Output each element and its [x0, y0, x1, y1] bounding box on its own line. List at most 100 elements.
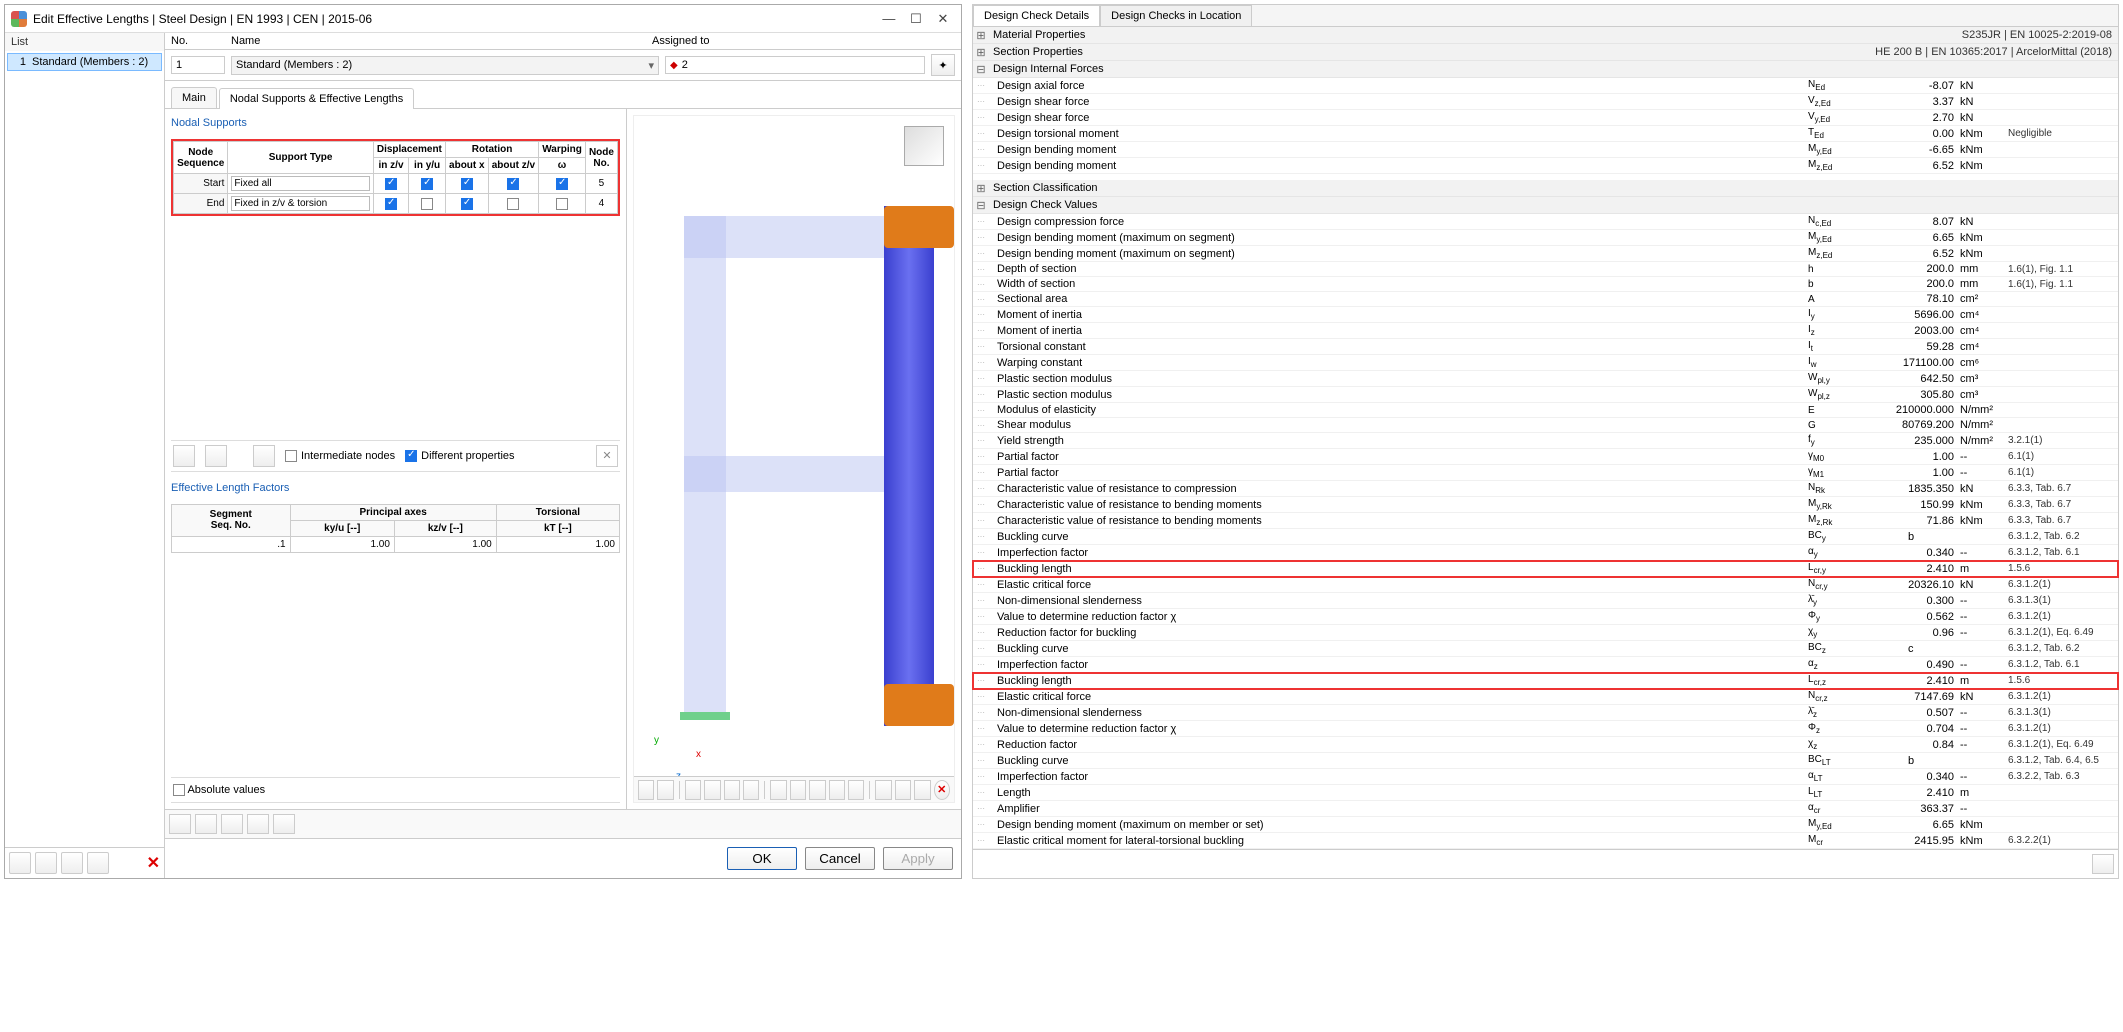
list-item[interactable]: 1 Standard (Members : 2): [7, 53, 162, 71]
apply-button[interactable]: Apply: [883, 847, 953, 870]
minimize-button[interactable]: —: [877, 11, 901, 26]
copy-item-button[interactable]: [35, 852, 57, 874]
status-tool[interactable]: [273, 814, 295, 834]
collapse-icon[interactable]: ⊟: [973, 63, 989, 76]
warping-checkbox[interactable]: [556, 178, 568, 190]
property-row: ⋯ Imperfection factor αy 0.340 -- 6.3.1.…: [973, 545, 2118, 561]
vp-tool[interactable]: [638, 780, 654, 800]
rot-x-checkbox[interactable]: [461, 178, 473, 190]
form-area: Nodal Supports NodeSequence Support Type…: [165, 109, 627, 809]
pick-members-button[interactable]: ✦: [931, 54, 955, 76]
property-row: ⋯ Partial factor γM1 1.00 -- 6.1(1): [973, 465, 2118, 481]
vp-tool[interactable]: [724, 780, 740, 800]
tool-button[interactable]: [87, 852, 109, 874]
new-item-button[interactable]: [9, 852, 31, 874]
property-row: ⋯ Yield strength fy 235.000 N/mm² 3.2.1(…: [973, 433, 2118, 449]
vp-tool[interactable]: [704, 780, 720, 800]
tool-button[interactable]: [253, 445, 275, 467]
property-row: ⋯ Design shear force Vz,Ed 3.37 kN: [973, 94, 2118, 110]
cat-material-properties[interactable]: ⊞ Material Properties S235JR | EN 10025-…: [973, 27, 2118, 44]
nodal-support-end: [884, 684, 954, 726]
vp-tool[interactable]: [743, 780, 759, 800]
property-row: ⋯ Design bending moment (maximum on segm…: [973, 246, 2118, 262]
disp-zv-checkbox[interactable]: [385, 198, 397, 210]
section-nodal-supports: Nodal Supports: [171, 115, 620, 131]
disp-zv-checkbox[interactable]: [385, 178, 397, 190]
property-row: ⋯ Moment of inertia Iz 2003.00 cm⁴: [973, 323, 2118, 339]
rot-x-checkbox[interactable]: [461, 198, 473, 210]
props-tool-button[interactable]: [2092, 854, 2114, 874]
support-type-input[interactable]: [231, 196, 369, 211]
tab-design-check-details[interactable]: Design Check Details: [973, 5, 1100, 26]
collapse-icon[interactable]: ⊟: [973, 199, 989, 212]
disp-yu-checkbox[interactable]: [421, 198, 433, 210]
main-panel: No. Name Assigned to 1 Standard (Members…: [165, 33, 961, 878]
tab-nodal-supports[interactable]: Nodal Supports & Effective Lengths: [219, 88, 414, 109]
vp-tool[interactable]: [809, 780, 825, 800]
dropdown-icon[interactable]: ▾: [648, 59, 654, 72]
cat-design-check-values[interactable]: ⊟ Design Check Values: [973, 197, 2118, 214]
assigned-to-field[interactable]: ◆ 2: [665, 56, 925, 74]
props-tabs: Design Check Details Design Checks in Lo…: [973, 5, 2118, 27]
property-row: ⋯ Design compression force Nc,Ed 8.07 kN: [973, 214, 2118, 230]
status-tool[interactable]: [169, 814, 191, 834]
orientation-cube[interactable]: [904, 126, 944, 166]
expand-icon[interactable]: ⊞: [973, 182, 989, 195]
tool-button[interactable]: [61, 852, 83, 874]
rot-zv-checkbox[interactable]: [507, 198, 519, 210]
support-type-input[interactable]: [231, 176, 369, 191]
vp-tool[interactable]: [875, 780, 891, 800]
different-properties-checkbox[interactable]: Different properties: [405, 450, 514, 462]
vp-tool[interactable]: [685, 780, 701, 800]
list-header: List: [5, 33, 164, 51]
ok-button[interactable]: OK: [727, 847, 797, 870]
cat-design-internal-forces[interactable]: ⊟ Design Internal Forces: [973, 61, 2118, 78]
close-button[interactable]: ✕: [931, 11, 955, 27]
vp-tool[interactable]: [848, 780, 864, 800]
coordinate-system: x y z: [654, 722, 714, 782]
expand-icon[interactable]: ⊞: [973, 29, 989, 42]
property-row: ⋯ Plastic section modulus Wpl,y 642.50 c…: [973, 371, 2118, 387]
property-row: ⋯ Design bending moment (maximum on segm…: [973, 230, 2118, 246]
absolute-values-checkbox[interactable]: Absolute values: [173, 784, 265, 796]
status-tool[interactable]: [195, 814, 217, 834]
name-field[interactable]: Standard (Members : 2) ▾: [231, 56, 659, 75]
vp-cancel[interactable]: ✕: [934, 780, 950, 800]
vp-tool[interactable]: [790, 780, 806, 800]
cancel-button[interactable]: Cancel: [805, 847, 875, 870]
clear-button[interactable]: ✕: [596, 445, 618, 467]
disp-yu-checkbox[interactable]: [421, 178, 433, 190]
effective-lengths-list[interactable]: 1 Standard (Members : 2): [5, 51, 164, 847]
maximize-button[interactable]: ☐: [904, 11, 928, 27]
no-field[interactable]: 1: [171, 56, 225, 74]
tool-button[interactable]: [205, 445, 227, 467]
status-tool[interactable]: [247, 814, 269, 834]
tab-design-checks-in-location[interactable]: Design Checks in Location: [1100, 5, 1252, 26]
status-tool[interactable]: [221, 814, 243, 834]
property-row: ⋯ Imperfection factor αLT 0.340 -- 6.3.2…: [973, 769, 2118, 785]
tool-button[interactable]: [173, 445, 195, 467]
intermediate-nodes-checkbox[interactable]: Intermediate nodes: [285, 450, 395, 462]
vp-tool[interactable]: [829, 780, 845, 800]
cat-section-properties[interactable]: ⊞ Section Properties HE 200 B | EN 10365…: [973, 44, 2118, 61]
tab-main[interactable]: Main: [171, 87, 217, 108]
property-row: ⋯ Design torsional moment TEd 0.00 kNm N…: [973, 126, 2118, 142]
delete-item-button[interactable]: ✕: [147, 853, 160, 873]
vp-tool[interactable]: [770, 780, 786, 800]
rot-zv-checkbox[interactable]: [507, 178, 519, 190]
cat-section-classification[interactable]: ⊞ Section Classification: [973, 180, 2118, 197]
edit-effective-lengths-dialog: Edit Effective Lengths | Steel Design | …: [4, 4, 962, 879]
vp-tool[interactable]: [895, 780, 911, 800]
selection-icon: ◆: [670, 60, 678, 71]
property-row: ⋯ Width of section b 200.0 mm 1.6(1), Fi…: [973, 277, 2118, 292]
property-row: ⋯ Sectional area A 78.10 cm²: [973, 292, 2118, 307]
property-row: ⋯ Plastic section modulus Wpl,z 305.80 c…: [973, 387, 2118, 403]
dialog-buttons: OK Cancel Apply: [165, 838, 961, 878]
property-row: ⋯ Shear modulus G 80769.200 N/mm²: [973, 418, 2118, 433]
section-elf: Effective Length Factors: [171, 480, 620, 496]
expand-icon[interactable]: ⊞: [973, 46, 989, 59]
model-viewport[interactable]: x y z: [633, 115, 955, 803]
warping-checkbox[interactable]: [556, 198, 568, 210]
vp-tool[interactable]: [914, 780, 930, 800]
vp-tool[interactable]: [657, 780, 673, 800]
